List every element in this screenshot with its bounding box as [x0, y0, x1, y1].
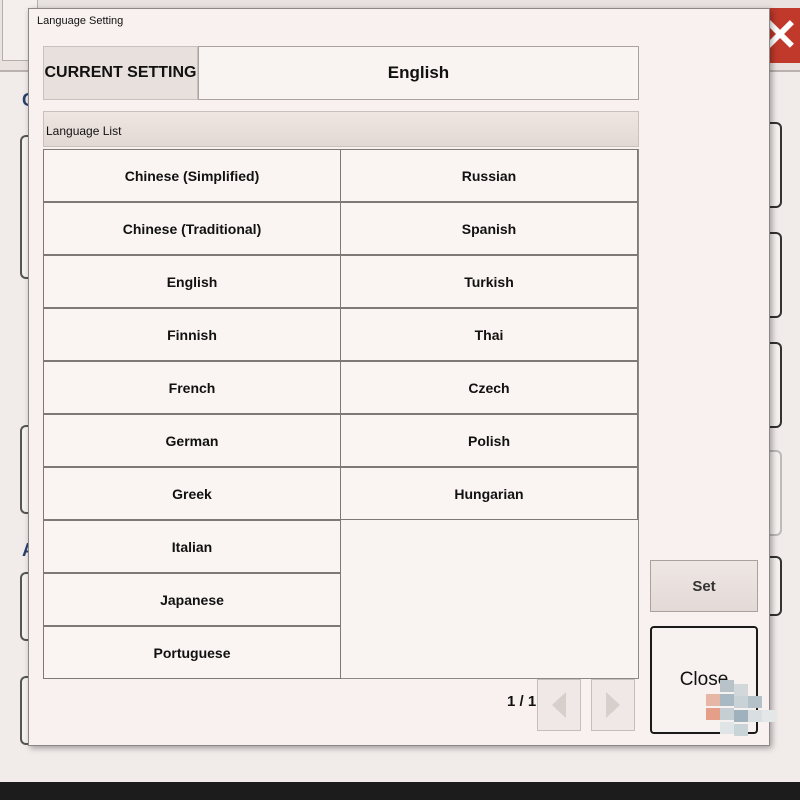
language-option-chinese-traditional[interactable]: Chinese (Traditional) [43, 202, 341, 255]
next-page-button[interactable] [591, 679, 635, 731]
dialog-title: Language Setting [37, 15, 124, 27]
language-option-greek[interactable]: Greek [43, 467, 341, 520]
language-option-hungarian[interactable]: Hungarian [340, 467, 638, 520]
background-taskbar [0, 782, 800, 800]
language-list: Chinese (Simplified) Chinese (Traditiona… [43, 149, 639, 679]
language-option-german[interactable]: German [43, 414, 341, 467]
previous-page-button[interactable] [537, 679, 581, 731]
language-option-turkish[interactable]: Turkish [340, 255, 638, 308]
page-indicator: 1 / 1 [507, 693, 537, 710]
language-option-japanese[interactable]: Japanese [43, 573, 341, 626]
language-option-french[interactable]: French [43, 361, 341, 414]
language-option-finnish[interactable]: Finnish [43, 308, 341, 361]
language-option-spanish[interactable]: Spanish [340, 202, 638, 255]
pixelated-watermark-icon [706, 680, 776, 736]
language-option-portuguese[interactable]: Portuguese [43, 626, 341, 679]
language-option-english[interactable]: English [43, 255, 341, 308]
language-option-thai[interactable]: Thai [340, 308, 638, 361]
language-option-italian[interactable]: Italian [43, 520, 341, 573]
language-option-czech[interactable]: Czech [340, 361, 638, 414]
chevron-right-icon [606, 692, 620, 718]
current-setting-label: CURRENT SETTING [43, 46, 198, 100]
language-option-polish[interactable]: Polish [340, 414, 638, 467]
language-list-header: Language List [43, 111, 639, 147]
chevron-left-icon [552, 692, 566, 718]
current-setting-value: English [198, 46, 639, 100]
language-option-chinese-simplified[interactable]: Chinese (Simplified) [43, 149, 341, 202]
set-button[interactable]: Set [650, 560, 758, 612]
language-option-russian[interactable]: Russian [340, 149, 638, 202]
